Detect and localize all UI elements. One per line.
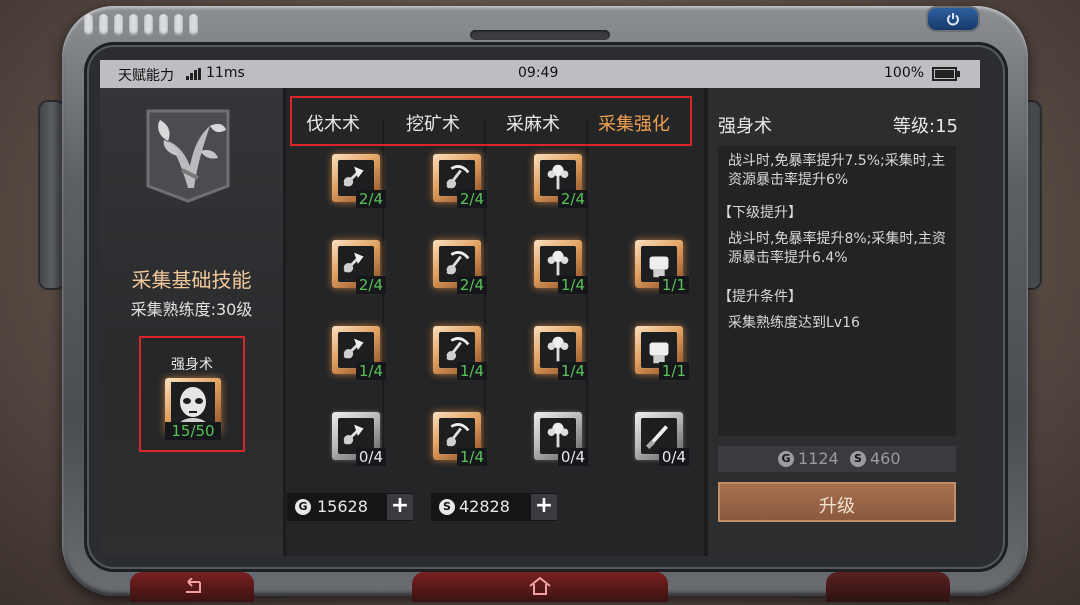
proficiency-text: 采集熟练度:30级 [130, 300, 253, 319]
skill-count: 1/4 [456, 362, 487, 380]
skill-count: 0/4 [557, 448, 588, 466]
status-carrier: 天赋能力 [118, 68, 174, 84]
selected-skill-count: 15/50 [165, 422, 221, 440]
detail-skill-level: 等级:15 [893, 116, 958, 137]
skill-count: 1/4 [557, 362, 588, 380]
skill-count: 2/4 [355, 190, 386, 208]
menu-button[interactable] [826, 572, 950, 602]
skill-count: 1/1 [658, 276, 689, 294]
selected-skill-card[interactable]: 强身术 15/50 [139, 336, 245, 452]
back-button[interactable] [130, 572, 254, 602]
skill-slot[interactable]: 1/1 [633, 238, 689, 294]
status-battery: 100% [884, 65, 925, 81]
skill-slot[interactable]: 2/4 [431, 238, 487, 294]
status-bar: 天赋能力 11ms 09:49 100% [100, 60, 980, 88]
gold-amount: 15628 [317, 497, 368, 516]
silver-amount: 42828 [459, 497, 510, 516]
back-arrow-icon [186, 578, 201, 593]
status-latency: 11ms [206, 65, 245, 81]
gathering-emblem-icon [146, 109, 230, 203]
home-icon [529, 576, 551, 595]
silver-resource: S 42828 + [431, 493, 557, 521]
skill-slot[interactable]: 1/1 [633, 324, 689, 380]
add-gold-button[interactable]: + [387, 494, 413, 520]
left-panel: 采集基础技能 采集熟练度:30级 强身术 15/50 [100, 88, 283, 556]
skill-slot[interactable]: 1/4 [532, 324, 588, 380]
condition-text: 采集熟练度达到Lv16 [728, 315, 860, 331]
skill-slot[interactable]: 2/4 [330, 152, 386, 208]
category-title: 采集基础技能 [131, 268, 252, 292]
condition-header: 【提升条件】 [718, 289, 802, 305]
tab-hemp[interactable]: 采麻术 [506, 110, 560, 136]
upgrade-button[interactable]: 升级 [718, 482, 956, 522]
skill-slot[interactable]: 0/4 [330, 410, 386, 466]
signal-icon [186, 68, 201, 80]
skill-slot[interactable]: 2/4 [532, 152, 588, 208]
skill-slot[interactable]: 1/4 [532, 238, 588, 294]
skill-count: 1/4 [456, 448, 487, 466]
home-button[interactable] [412, 572, 668, 602]
gold-resource: G 15628 + [287, 493, 413, 521]
power-icon [947, 13, 959, 26]
skill-slot[interactable]: 2/4 [330, 238, 386, 294]
tab-mining[interactable]: 挖矿术 [406, 110, 460, 136]
silver-coin-icon: S [439, 499, 455, 515]
status-time: 09:49 [518, 65, 559, 81]
power-button[interactable] [928, 8, 978, 30]
next-level-text: 战斗时,免暴率提升8%;采集时,主资源暴击率提升6.4% [728, 231, 946, 266]
top-slot [470, 30, 610, 40]
skill-count: 1/4 [557, 276, 588, 294]
next-level-header: 【下级提升】 [718, 205, 802, 221]
skill-count: 0/4 [658, 448, 689, 466]
skull-face-icon [171, 382, 215, 426]
detail-skill-name: 强身术 [718, 116, 772, 137]
upgrade-button-label: 升级 [819, 496, 855, 517]
battery-icon [932, 67, 960, 81]
skill-slot[interactable]: 1/4 [330, 324, 386, 380]
vent-grille [84, 14, 198, 36]
cost-silver-icon: S [850, 451, 866, 467]
tab-logging[interactable]: 伐木术 [306, 110, 360, 136]
upgrade-cost: G 1124 S 460 [718, 446, 956, 472]
cost-gold-amount: 1124 [798, 449, 839, 468]
current-effect-text: 战斗时,免暴率提升7.5%;采集时,主资源暴击率提升6% [728, 153, 946, 188]
gold-coin-icon: G [295, 499, 311, 515]
cost-gold-icon: G [778, 451, 794, 467]
skill-count: 2/4 [456, 276, 487, 294]
skill-slot[interactable]: 0/4 [633, 410, 689, 466]
skill-count: 2/4 [355, 276, 386, 294]
cost-silver-amount: 460 [870, 449, 901, 468]
tab-gather-enhance[interactable]: 采集强化 [598, 110, 670, 136]
tab-bar: 伐木术 挖矿术 采麻术 采集强化 [290, 96, 692, 146]
skill-count: 2/4 [557, 190, 588, 208]
skill-count: 1/1 [658, 362, 689, 380]
skill-count: 0/4 [355, 448, 386, 466]
game-screen: 天赋能力 11ms 09:49 100% 采集基础技能 采集熟练度:30级 强身… [100, 60, 980, 556]
add-silver-button[interactable]: + [531, 494, 557, 520]
skill-count: 2/4 [456, 190, 487, 208]
skill-detail-panel: 强身术 等级:15 战斗时,免暴率提升7.5%;采集时,主资源暴击率提升6% 【… [708, 88, 980, 556]
skill-slot[interactable]: 0/4 [532, 410, 588, 466]
skill-slot[interactable]: 1/4 [431, 324, 487, 380]
skill-slot[interactable]: 1/4 [431, 410, 487, 466]
skill-slot[interactable]: 2/4 [431, 152, 487, 208]
selected-skill-name: 强身术 [171, 357, 213, 373]
skill-count: 1/4 [355, 362, 386, 380]
